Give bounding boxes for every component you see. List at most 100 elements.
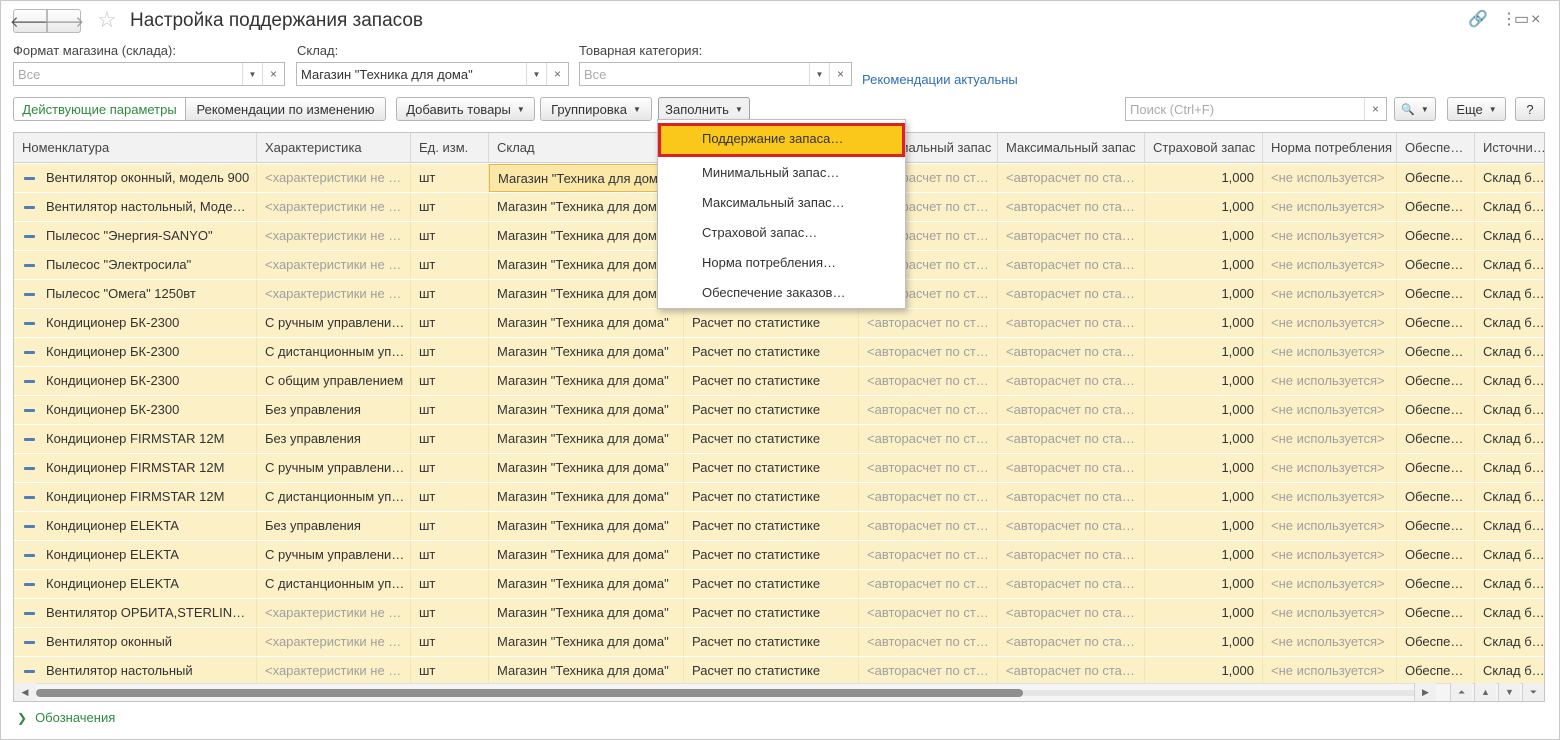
col-unit-cell[interactable]: шт [411,280,489,308]
col-warehouse-cell[interactable]: Магазин "Техника для дома" [489,512,684,540]
col-min-stock-cell[interactable]: <авторасчет по ст… [859,425,998,453]
scroll-bottom-icon[interactable]: ⏷ [1522,683,1544,701]
col-warehouse-cell[interactable]: Магазин "Техника для дома" [489,338,684,366]
col-warehouse-cell[interactable]: Магазин "Техника для дома" [489,396,684,424]
col-provision-cell[interactable]: Обеспе… [1397,657,1475,685]
menu-item-stock-maintenance[interactable]: Поддержание запаса… [658,123,905,157]
col-method-cell[interactable]: Расчет по статистике [684,541,859,569]
clear-icon[interactable]: × [262,63,284,85]
col-provision-cell[interactable]: Обеспе… [1397,483,1475,511]
col-characteristic-cell[interactable]: Без управления [257,396,411,424]
col-characteristic-cell[interactable]: С общим управлением [257,367,411,395]
favorite-star-icon[interactable]: ☆ [97,7,117,33]
tab-current-params[interactable]: Действующие параметры [13,97,186,121]
col-safety-stock-cell[interactable]: 1,000 [1145,570,1263,598]
tab-recommendations[interactable]: Рекомендации по изменению [185,97,386,121]
search-field[interactable]: Поиск (Ctrl+F) × [1125,97,1387,121]
forward-button[interactable]: 🡒 [44,9,84,33]
col-consumption-rate-cell[interactable]: <не используется> [1263,657,1397,685]
more-button[interactable]: Еще ▼ [1447,97,1506,121]
grouping-button[interactable]: Группировка ▼ [540,97,652,121]
col-characteristic-cell[interactable]: <характеристики не … [257,193,411,221]
col-nomenclature-cell[interactable]: Кондиционер FIRMSTAR 12M [14,483,257,511]
col-provision-cell[interactable]: Обеспе… [1397,396,1475,424]
table-row[interactable]: Вентилятор настольный <характеристики не … [14,657,1544,686]
col-provision-cell[interactable]: Обеспе… [1397,512,1475,540]
warehouse-field[interactable]: Магазин "Техника для дома" ▼ × [296,62,569,86]
col-unit-cell[interactable]: шт [411,512,489,540]
col-source-cell[interactable]: Склад б… [1475,222,1544,250]
col-nomenclature-cell[interactable]: Кондиционер FIRMSTAR 12M [14,454,257,482]
col-source-cell[interactable]: Склад б… [1475,338,1544,366]
col-warehouse-cell[interactable]: Магазин "Техника для дома" [489,599,684,627]
col-unit-cell[interactable]: шт [411,599,489,627]
clear-icon[interactable]: × [546,63,568,85]
col-warehouse-cell[interactable]: Магазин "Техника для дома" [489,222,684,250]
col-min-stock-cell[interactable]: <авторасчет по ст… [859,483,998,511]
col-source-cell[interactable]: Склад б… [1475,541,1544,569]
col-consumption-rate-cell[interactable]: <не используется> [1263,396,1397,424]
col-characteristic-cell[interactable]: Без управления [257,512,411,540]
col-max-stock-cell[interactable]: <авторасчет по ста… [998,280,1145,308]
col-provision-cell[interactable]: Обеспе… [1397,193,1475,221]
col-max-stock-header[interactable]: Максимальный запас [998,133,1145,163]
link-icon[interactable]: 🔗 [1468,10,1488,30]
col-min-stock-cell[interactable]: <авторасчет по ст… [859,396,998,424]
col-source-cell[interactable]: Склад б… [1475,628,1544,656]
col-safety-stock-cell[interactable]: 1,000 [1145,164,1263,192]
col-nomenclature-cell[interactable]: Кондиционер ELEKTA [14,512,257,540]
table-row[interactable]: Кондиционер БК-2300 С дистанционным уп… шт… [14,338,1544,367]
col-max-stock-cell[interactable]: <авторасчет по ста… [998,454,1145,482]
col-method-cell[interactable]: Расчет по статистике [684,367,859,395]
col-warehouse-cell[interactable]: Магазин "Техника для дома" [489,454,684,482]
col-unit-cell[interactable]: шт [411,396,489,424]
col-nomenclature-cell[interactable]: Кондиционер БК-2300 [14,396,257,424]
col-characteristic-cell[interactable]: <характеристики не … [257,251,411,279]
col-method-cell[interactable]: Расчет по статистике [684,309,859,337]
col-safety-stock-cell[interactable]: 1,000 [1145,657,1263,685]
col-nomenclature-header[interactable]: Номенклатура [14,133,257,163]
col-max-stock-cell[interactable]: <авторасчет по ста… [998,251,1145,279]
col-min-stock-cell[interactable]: <авторасчет по ст… [859,367,998,395]
col-min-stock-cell[interactable]: <авторасчет по ст… [859,599,998,627]
col-safety-stock-cell[interactable]: 1,000 [1145,454,1263,482]
col-safety-stock-cell[interactable]: 1,000 [1145,280,1263,308]
col-unit-cell[interactable]: шт [411,541,489,569]
col-method-cell[interactable]: Расчет по статистике [684,425,859,453]
scroll-thumb[interactable] [36,689,1023,697]
col-provision-cell[interactable]: Обеспе… [1397,251,1475,279]
col-max-stock-cell[interactable]: <авторасчет по ста… [998,483,1145,511]
col-max-stock-cell[interactable]: <авторасчет по ста… [998,222,1145,250]
menu-item-consumption-rate[interactable]: Норма потребления… [658,248,905,278]
col-provision-cell[interactable]: Обеспе… [1397,338,1475,366]
col-method-cell[interactable]: Расчет по статистике [684,483,859,511]
col-nomenclature-cell[interactable]: Кондиционер БК-2300 [14,367,257,395]
col-source-cell[interactable]: Склад б… [1475,367,1544,395]
table-row[interactable]: Кондиционер FIRMSTAR 12M Без управления шт… [14,425,1544,454]
col-safety-stock-cell[interactable]: 1,000 [1145,309,1263,337]
col-source-cell[interactable]: Склад б… [1475,483,1544,511]
col-safety-stock-cell[interactable]: 1,000 [1145,512,1263,540]
col-min-stock-cell[interactable]: <авторасчет по ст… [859,541,998,569]
col-consumption-rate-cell[interactable]: <не используется> [1263,454,1397,482]
col-unit-cell[interactable]: шт [411,193,489,221]
col-safety-stock-cell[interactable]: 1,000 [1145,222,1263,250]
dropdown-arrow-icon[interactable]: ▼ [809,63,829,85]
col-method-cell[interactable]: Расчет по статистике [684,657,859,685]
fill-button[interactable]: Заполнить ▼ [658,97,750,121]
maximize-icon[interactable]: ▭ [1514,10,1529,30]
col-characteristic-cell[interactable]: С ручным управлени… [257,309,411,337]
table-row[interactable]: Кондиционер ELEKTA Без управления шт Магази… [14,512,1544,541]
col-unit-cell[interactable]: шт [411,338,489,366]
col-provision-cell[interactable]: Обеспе… [1397,309,1475,337]
col-unit-cell[interactable]: шт [411,570,489,598]
col-source-header[interactable]: Источни… [1475,133,1544,163]
col-warehouse-cell[interactable]: Магазин "Техника для дома" [489,541,684,569]
col-unit-cell[interactable]: шт [411,309,489,337]
legend-toggle[interactable]: ❯ Обозначения [17,710,115,725]
col-unit-cell[interactable]: шт [411,367,489,395]
col-source-cell[interactable]: Склад б… [1475,512,1544,540]
col-warehouse-cell[interactable]: Магазин "Техника для дома" [489,309,684,337]
menu-item-order-provision[interactable]: Обеспечение заказов… [658,278,905,308]
col-method-cell[interactable]: Расчет по статистике [684,338,859,366]
